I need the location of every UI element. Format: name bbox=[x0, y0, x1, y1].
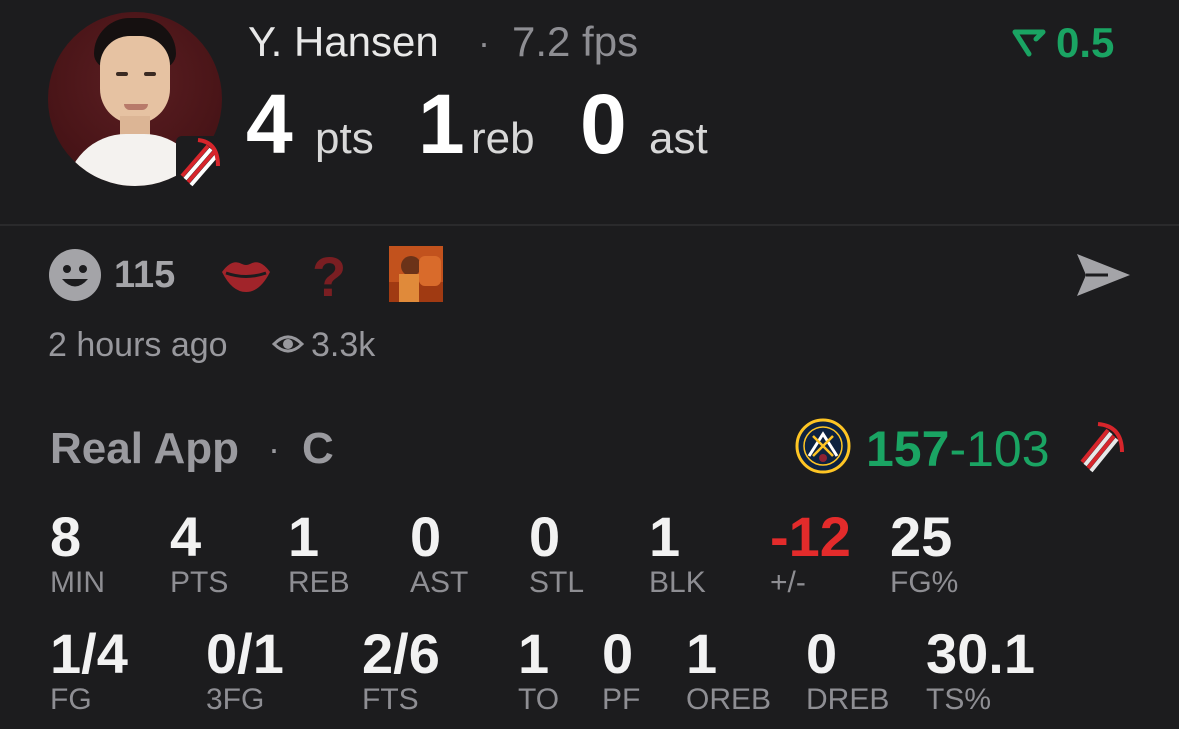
pts-value: 4 bbox=[246, 77, 293, 171]
stat-label: STL bbox=[529, 566, 585, 599]
stat-value: 8 bbox=[50, 505, 82, 568]
plus-minus-value: -12 bbox=[770, 505, 851, 568]
stat-value: 1 bbox=[686, 622, 718, 685]
stat-label: TS% bbox=[926, 683, 992, 716]
stat-value: 1/4 bbox=[50, 622, 128, 685]
smiley-icon[interactable] bbox=[48, 248, 102, 302]
home-score: 157 bbox=[866, 421, 950, 477]
stat-value: 2/6 bbox=[362, 622, 440, 685]
stat-value: 0/1 bbox=[206, 622, 284, 685]
post-time: 2 hours ago bbox=[48, 326, 228, 364]
stat-value: 1 bbox=[518, 622, 550, 685]
stat-label: FG bbox=[50, 683, 92, 716]
lips-icon[interactable] bbox=[220, 254, 272, 296]
ast-label: ast bbox=[649, 114, 708, 163]
meme-reaction[interactable] bbox=[389, 246, 443, 302]
stat-value: 0 bbox=[529, 505, 561, 568]
reaction-count: 115 bbox=[114, 254, 176, 296]
question-icon[interactable]: ? bbox=[312, 244, 346, 309]
trend-down-icon bbox=[1012, 29, 1046, 57]
eye-icon bbox=[272, 335, 304, 353]
stat-label: PTS bbox=[170, 566, 229, 599]
fps-value: 7.2 fps bbox=[512, 18, 639, 65]
away-score: 103 bbox=[966, 421, 1050, 477]
player-name[interactable]: Y. Hansen bbox=[248, 18, 439, 66]
trend-value: 0.5 bbox=[1056, 19, 1115, 66]
stat-label: AST bbox=[410, 566, 469, 599]
stat-value: 0 bbox=[602, 622, 634, 685]
blazers-logo-icon[interactable] bbox=[1078, 418, 1126, 474]
stat-label: +/- bbox=[770, 566, 806, 599]
blazers-logo-icon bbox=[176, 136, 220, 187]
stat-value: 25 bbox=[890, 505, 953, 568]
trend-indicator: 0.5 bbox=[1012, 19, 1115, 66]
stat-value: 1 bbox=[288, 505, 320, 568]
score-dash: - bbox=[949, 421, 967, 477]
ast-value: 0 bbox=[580, 77, 627, 171]
reb-value: 1 bbox=[418, 77, 465, 171]
app-name: Real App bbox=[50, 424, 240, 473]
stat-value: 1 bbox=[649, 505, 681, 568]
stat-value: 0 bbox=[410, 505, 442, 568]
stat-label: DREB bbox=[806, 683, 890, 716]
stat-label: PF bbox=[602, 683, 641, 716]
stat-label: BLK bbox=[649, 566, 706, 599]
separator-dot: · bbox=[268, 428, 280, 469]
pts-label: pts bbox=[315, 114, 374, 163]
view-count: 3.3k bbox=[311, 326, 376, 364]
stat-label: TO bbox=[518, 683, 560, 716]
stat-value: 0 bbox=[806, 622, 838, 685]
stat-label: REB bbox=[288, 566, 350, 599]
stat-label: 3FG bbox=[206, 683, 265, 716]
game-score[interactable]: 157-103 bbox=[866, 420, 1050, 478]
separator-dot: · bbox=[478, 22, 490, 63]
stat-value: 30.1 bbox=[926, 622, 1035, 685]
stat-label: FTS bbox=[362, 683, 419, 716]
send-icon[interactable] bbox=[1074, 250, 1132, 300]
reb-label: reb bbox=[471, 114, 535, 163]
nuggets-logo-icon[interactable] bbox=[795, 418, 851, 474]
player-position: C bbox=[302, 424, 334, 473]
stat-value: 4 bbox=[170, 505, 202, 568]
stat-label: FG% bbox=[890, 566, 959, 599]
stat-label: MIN bbox=[50, 566, 105, 599]
divider bbox=[0, 224, 1179, 226]
stat-label: OREB bbox=[686, 683, 772, 716]
